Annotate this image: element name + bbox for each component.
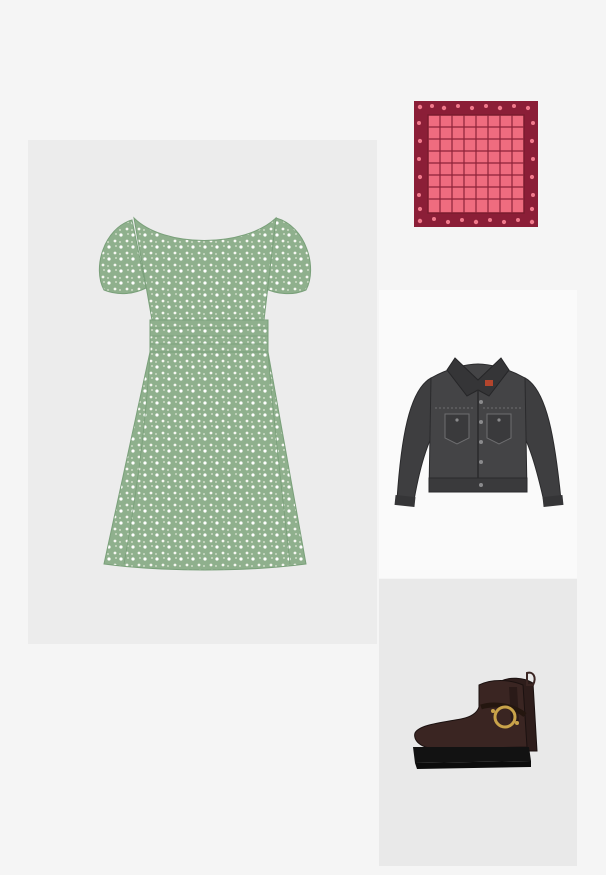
product-tile-boots[interactable] [379, 579, 577, 866]
product-tile-jacket[interactable] [379, 290, 577, 578]
square-scarf-icon [414, 101, 538, 227]
denim-jacket-icon [394, 357, 564, 508]
product-tile-dress[interactable] [28, 140, 377, 644]
product-tile-scarf[interactable] [379, 69, 577, 289]
ankle-boot-icon [413, 671, 538, 769]
floral-dress-icon [98, 216, 311, 571]
